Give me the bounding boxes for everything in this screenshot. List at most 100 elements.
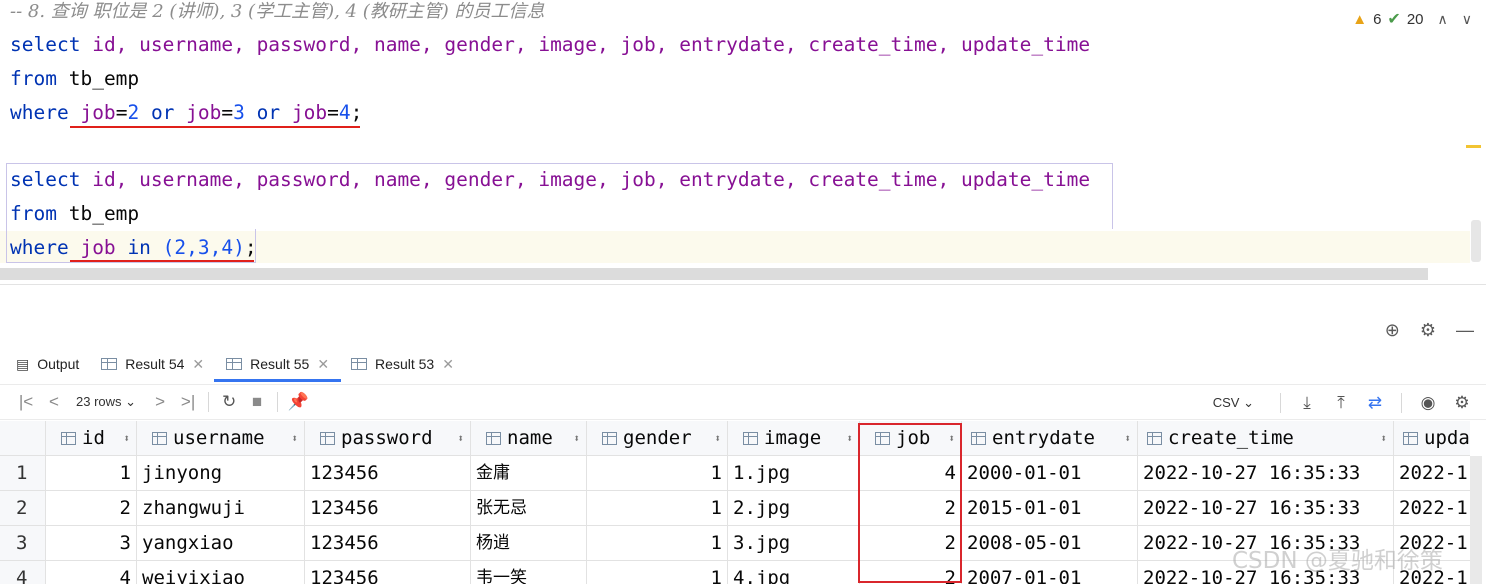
column-header-id[interactable]: id ⬍ [46,421,137,456]
cell-image[interactable]: 4.jpg [728,561,860,584]
sort-icon[interactable]: ⬍ [1124,421,1131,455]
cell-password[interactable]: 123456 [305,561,471,584]
cond-value: 3 [233,101,245,124]
cell-update-time[interactable]: 2022-1 [1394,456,1470,491]
editor-vertical-scrollbar[interactable] [1471,220,1481,262]
column-header-gender[interactable]: gender ⬍ [587,421,728,456]
column-header-update-time[interactable]: upda [1394,421,1470,456]
cell-username[interactable]: zhangwuji [137,491,305,526]
row-number: 2 [0,491,46,526]
cell-gender[interactable]: 1 [587,491,728,526]
rows-count-selector[interactable]: 23 rows ⌄ [76,394,136,410]
previous-highlight-icon[interactable]: ∧ [1438,11,1448,28]
red-annotation-underline [70,260,254,262]
gear-icon[interactable]: ⚙ [1448,393,1476,413]
close-icon[interactable]: ✕ [192,356,204,373]
cell-create-time[interactable]: 2022-10-27 16:35:33 [1138,491,1394,526]
cell-username[interactable]: yangxiao [137,526,305,561]
cell-password[interactable]: 123456 [305,491,471,526]
grid-vertical-scrollbar[interactable] [1470,456,1482,584]
minimize-icon[interactable]: — [1456,320,1474,341]
sort-icon[interactable]: ⬍ [123,421,130,455]
column-icon [602,432,617,445]
column-header-username[interactable]: username ⬍ [137,421,305,456]
sort-icon[interactable]: ⬍ [714,421,721,455]
sort-icon[interactable]: ⬍ [573,421,580,455]
cell-entrydate[interactable]: 2008-05-01 [962,526,1138,561]
column-icon [971,432,986,445]
column-header-image[interactable]: image ⬍ [728,421,860,456]
toolbar-divider [208,392,210,412]
from-keyword: from [10,67,57,90]
crosshair-icon[interactable]: ⊕ [1385,320,1400,341]
table-row[interactable]: 1 1 jinyong 123456 金庸 1 1.jpg 4 2000-01-… [0,456,1470,491]
pin-icon[interactable]: 📌 [284,392,312,412]
export-format-selector[interactable]: CSV ⌄ [1213,395,1254,411]
cell-gender[interactable]: 1 [587,526,728,561]
cell-image[interactable]: 2.jpg [728,491,860,526]
last-page-icon[interactable]: >| [174,392,202,412]
tab-result-55[interactable]: Result 55 ✕ [214,346,341,382]
cell-gender[interactable]: 1 [587,561,728,584]
cell-password[interactable]: 123456 [305,526,471,561]
gear-icon[interactable]: ⚙ [1420,320,1436,341]
cell-entrydate[interactable]: 2000-01-01 [962,456,1138,491]
chevron-down-icon: ⌄ [125,394,137,409]
cell-entrydate[interactable]: 2007-01-01 [962,561,1138,584]
next-page-icon[interactable]: > [146,392,174,412]
cell-image[interactable]: 3.jpg [728,526,860,561]
refresh-icon[interactable]: ↻ [215,392,243,412]
warning-count: 6 [1373,10,1382,28]
upload-icon[interactable]: ⤒ [1327,393,1355,413]
column-header-name[interactable]: name ⬍ [471,421,587,456]
download-icon[interactable]: ⤓ [1293,393,1321,413]
sql-editor[interactable]: -- 8. 查询 职位是 2 (讲师), 3 (学工主管), 4 (教研主管) … [0,0,1486,284]
inspection-widget[interactable]: ▲ 6 ✔ 20 ∧ ∨ [1352,9,1472,29]
stop-icon[interactable]: ■ [243,392,271,412]
cell-id[interactable]: 2 [46,491,137,526]
column-header-password[interactable]: password ⬍ [305,421,471,456]
next-highlight-icon[interactable]: ∨ [1462,11,1472,28]
result-tabs: ▤ Output Result 54 ✕ Result 55 ✕ Result … [0,346,1486,382]
column-header-label: id [82,427,105,449]
sort-icon[interactable]: ⬍ [457,421,464,455]
cell-name[interactable]: 张无忌 [471,491,587,526]
editor-horizontal-scrollbar[interactable] [0,268,1428,280]
cell-id[interactable]: 4 [46,561,137,584]
or-keyword: or [150,101,175,124]
tab-output[interactable]: ▤ Output [16,346,91,382]
column-icon [1403,432,1418,445]
tab-result-54[interactable]: Result 54 ✕ [101,346,216,382]
sort-icon[interactable]: ⬍ [1380,421,1387,455]
cell-entrydate[interactable]: 2015-01-01 [962,491,1138,526]
cell-image[interactable]: 1.jpg [728,456,860,491]
cell-name[interactable]: 金庸 [471,456,587,491]
eye-icon[interactable]: ◉ [1414,393,1442,413]
column-header-entrydate[interactable]: entrydate ⬍ [962,421,1138,456]
cell-username[interactable]: jinyong [137,456,305,491]
cell-id[interactable]: 3 [46,526,137,561]
table-row[interactable]: 2 2 zhangwuji 123456 张无忌 1 2.jpg 2 2015-… [0,491,1470,526]
cell-update-time[interactable]: 2022-1 [1394,491,1470,526]
sort-icon[interactable]: ⬍ [291,421,298,455]
tab-result-53[interactable]: Result 53 ✕ [351,346,466,382]
close-icon[interactable]: ✕ [442,356,454,373]
warning-stripe-marker[interactable] [1466,145,1481,148]
panel-splitter[interactable] [0,284,1486,312]
cell-create-time[interactable]: 2022-10-27 16:35:33 [1138,456,1394,491]
cell-username[interactable]: weiyixiao [137,561,305,584]
column-header-create-time[interactable]: create_time ⬍ [1138,421,1394,456]
compare-icon[interactable]: ⇄ [1361,393,1389,413]
query2-select-line: select id, username, password, name, gen… [10,167,1090,193]
close-icon[interactable]: ✕ [317,356,329,373]
cell-name[interactable]: 韦一笑 [471,561,587,584]
cell-id[interactable]: 1 [46,456,137,491]
cell-name[interactable]: 杨逍 [471,526,587,561]
cond-operator: = [221,101,234,124]
previous-page-icon[interactable]: < [40,392,68,412]
cell-gender[interactable]: 1 [587,456,728,491]
first-page-icon[interactable]: |< [12,392,40,412]
sort-icon[interactable]: ⬍ [846,421,853,455]
cell-password[interactable]: 123456 [305,456,471,491]
where-keyword: where [10,101,69,124]
